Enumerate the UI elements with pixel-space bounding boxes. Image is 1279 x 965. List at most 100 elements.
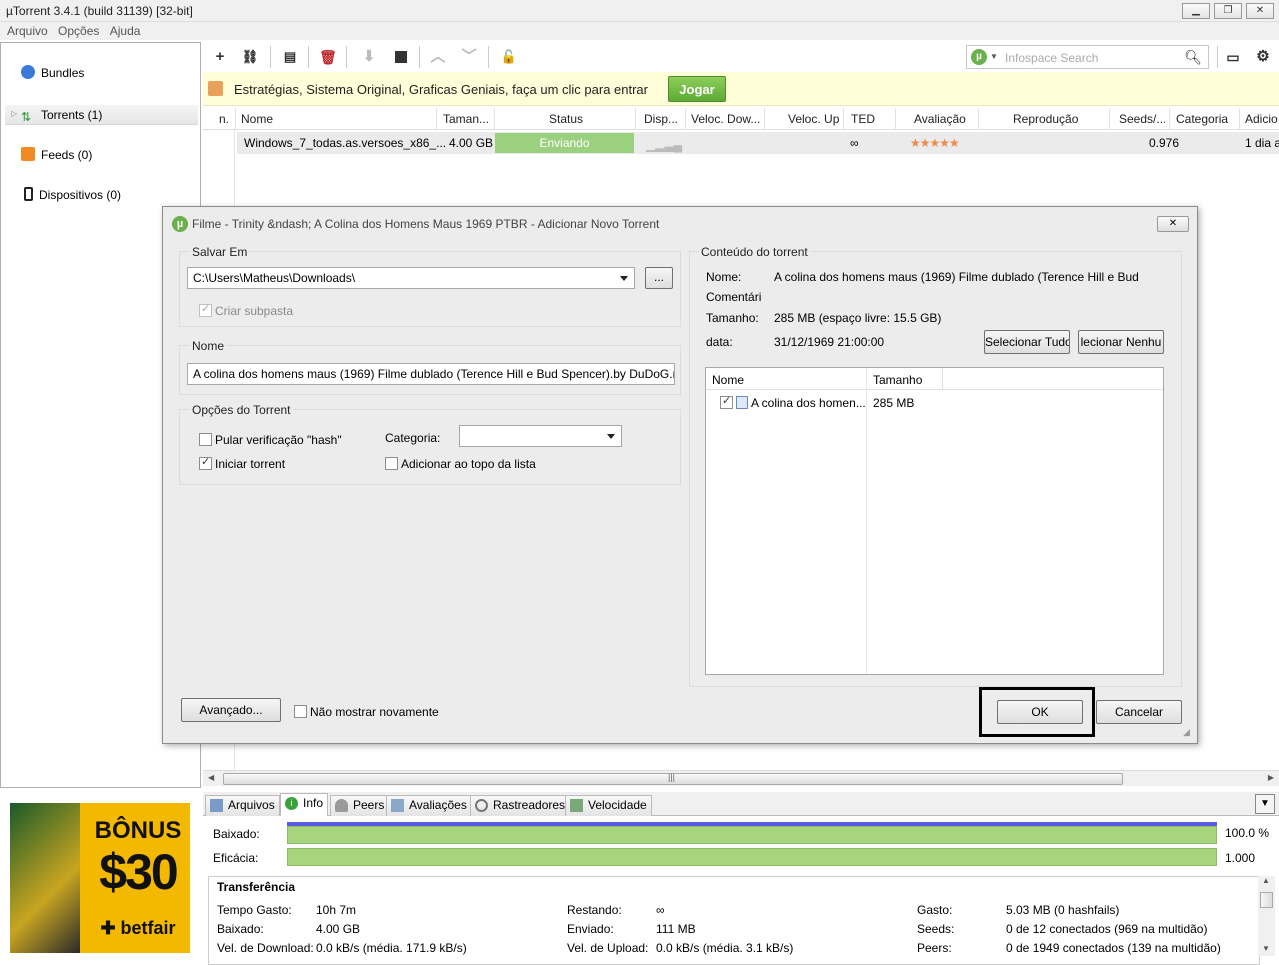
tab-files[interactable]: Arquivos: [205, 795, 280, 816]
file-column-name[interactable]: Nome: [712, 373, 744, 387]
file-name[interactable]: A colina dos homen...: [751, 396, 866, 410]
column-availability[interactable]: Disp...: [644, 112, 678, 126]
save-path-select[interactable]: C:\Users\Matheus\Downloads\: [187, 267, 635, 289]
start-torrent-checkbox[interactable]: [199, 455, 212, 470]
cancel-button[interactable]: Cancelar: [1096, 700, 1182, 724]
download-icon[interactable]: ⬇: [359, 48, 379, 66]
tab-ratings[interactable]: Avaliações: [386, 795, 472, 816]
play-button[interactable]: Jogar: [668, 76, 726, 102]
move-down-icon[interactable]: ﹀: [459, 48, 479, 66]
column-up-speed[interactable]: Veloc. Up: [788, 112, 839, 126]
utorrent-logo-icon: µ: [172, 216, 188, 232]
efficiency-bar: [287, 848, 1217, 866]
sidebar-item-torrents[interactable]: ⇅ Torrents (1): [21, 105, 102, 125]
torrent-name-input[interactable]: A colina dos homens maus (1969) Filme du…: [187, 363, 675, 385]
uploaded-value: 111 MB: [656, 922, 696, 936]
file-column-size[interactable]: Tamanho: [873, 373, 922, 387]
torrents-icon: ⇅: [21, 110, 32, 124]
torrent-eta: ∞: [850, 136, 859, 150]
horizontal-scrollbar[interactable]: ◀ ||| ▶: [203, 770, 1279, 786]
advanced-button[interactable]: Avançado...: [181, 698, 281, 722]
column-number[interactable]: n.: [219, 112, 229, 126]
select-all-button[interactable]: Selecionar Tudo: [984, 330, 1070, 354]
downloaded-amount-label: Baixado:: [217, 922, 264, 936]
column-separator: [685, 108, 686, 130]
create-torrent-icon[interactable]: ▤: [280, 48, 300, 66]
ok-button[interactable]: OK: [997, 700, 1083, 724]
tab-speed[interactable]: Velocidade: [565, 795, 652, 816]
scroll-left-icon[interactable]: ◀: [208, 773, 214, 782]
dialog-close-button[interactable]: ✕: [1157, 216, 1189, 232]
sidebar-item-feeds[interactable]: Feeds (0): [21, 145, 92, 165]
menu-opcoes[interactable]: Opções: [58, 22, 99, 40]
rating-stars[interactable]: ★★★★★: [910, 136, 960, 150]
tab-trackers[interactable]: Rastreadores: [470, 795, 571, 816]
column-eta[interactable]: TED: [851, 112, 875, 126]
column-category[interactable]: Categoria: [1176, 112, 1228, 126]
tab-info[interactable]: i Info: [280, 793, 329, 817]
skip-hash-checkbox[interactable]: [199, 433, 212, 446]
scroll-up-icon[interactable]: ▲: [1262, 876, 1270, 885]
toolbar-separator: [419, 46, 420, 68]
column-down-speed[interactable]: Veloc. Dow...: [691, 112, 760, 126]
content-size-value: 285 MB (espaço livre: 15.5 GB): [774, 311, 942, 325]
resize-grip-icon[interactable]: ◢: [1183, 727, 1190, 738]
add-to-top-checkbox[interactable]: [385, 457, 398, 470]
dialog-title: Filme - Trinity &ndash; A Colina dos Hom…: [192, 217, 660, 231]
restore-button[interactable]: ❐: [1214, 3, 1242, 19]
menu-arquivo[interactable]: Arquivo: [7, 22, 48, 40]
info-vertical-scrollbar[interactable]: ▲ ▼: [1258, 876, 1275, 956]
scroll-down-icon[interactable]: ▼: [1262, 944, 1270, 953]
column-added[interactable]: Adicio: [1245, 112, 1278, 126]
torrent-seeds-ratio: 0.976: [1149, 136, 1180, 150]
download-speed-value: 0.0 kB/s (média. 171.9 kB/s): [316, 941, 467, 955]
vertical-scroll-thumb[interactable]: [1260, 892, 1273, 908]
column-status[interactable]: Status: [549, 112, 583, 126]
sidebar-item-label: Bundles: [41, 66, 85, 80]
column-seeds[interactable]: Seeds/...: [1119, 112, 1165, 126]
promo-text[interactable]: Estratégias, Sistema Original, Graficas …: [234, 82, 648, 97]
column-playback[interactable]: Reprodução: [1013, 112, 1078, 126]
remote-icon[interactable]: ▭: [1223, 48, 1243, 66]
dont-show-again-checkbox[interactable]: [294, 705, 307, 718]
table-row[interactable]: Windows_7_todas.as.versoes_x86_... 4.00 …: [237, 132, 1279, 154]
scrollbar-thumb[interactable]: |||: [223, 772, 1123, 785]
column-separator: [494, 108, 495, 130]
betfair-ad[interactable]: BÔNUS $30 ✚ betfair: [10, 803, 190, 953]
create-subfolder-checkbox[interactable]: [199, 302, 212, 317]
tab-peers[interactable]: Peers: [330, 795, 390, 816]
toolbar-separator: [308, 46, 309, 68]
column-name[interactable]: Nome: [241, 112, 273, 126]
minimize-button[interactable]: ▁: [1182, 3, 1210, 19]
upload-speed-label: Vel. de Upload:: [567, 941, 649, 955]
expand-arrow-icon[interactable]: ▷: [11, 109, 17, 118]
move-up-icon[interactable]: ︿: [428, 48, 448, 66]
downloaded-label: Baixado:: [213, 827, 260, 841]
search-engine-dropdown-icon[interactable]: ▼: [990, 52, 998, 61]
select-none-button[interactable]: lecionar Nenhu: [1078, 330, 1164, 354]
gear-icon[interactable]: ⚙: [1253, 48, 1273, 66]
category-select[interactable]: [459, 425, 622, 447]
sidebar-item-devices[interactable]: Dispositivos (0): [21, 185, 121, 205]
file-checkbox[interactable]: [720, 394, 733, 409]
close-button[interactable]: ✕: [1246, 3, 1274, 19]
stop-icon[interactable]: [391, 48, 411, 66]
search-box[interactable]: µ ▼ Infospace Search 🔍︎: [966, 45, 1209, 69]
remove-icon[interactable]: 🗑: [318, 48, 338, 66]
column-size[interactable]: Taman...: [443, 112, 489, 126]
tab-label: Arquivos: [228, 798, 275, 812]
sidebar-item-bundles[interactable]: Bundles: [21, 63, 84, 83]
scroll-right-icon[interactable]: ▶: [1268, 773, 1274, 782]
column-separator: [978, 108, 979, 130]
add-link-icon[interactable]: ⛓: [240, 48, 260, 66]
browse-button[interactable]: ...: [645, 267, 673, 289]
search-placeholder[interactable]: Infospace Search: [1005, 51, 1098, 65]
utorrent-logo-icon: µ: [971, 49, 987, 65]
add-torrent-icon[interactable]: +: [210, 48, 230, 66]
menu-ajuda[interactable]: Ajuda: [110, 22, 141, 40]
unlock-icon[interactable]: 🔓: [499, 48, 519, 66]
column-rating[interactable]: Avaliação: [914, 112, 966, 126]
toolbar-separator: [488, 46, 489, 68]
collapse-panel-button[interactable]: ▼: [1255, 794, 1275, 814]
search-icon[interactable]: 🔍︎: [1184, 49, 1202, 66]
